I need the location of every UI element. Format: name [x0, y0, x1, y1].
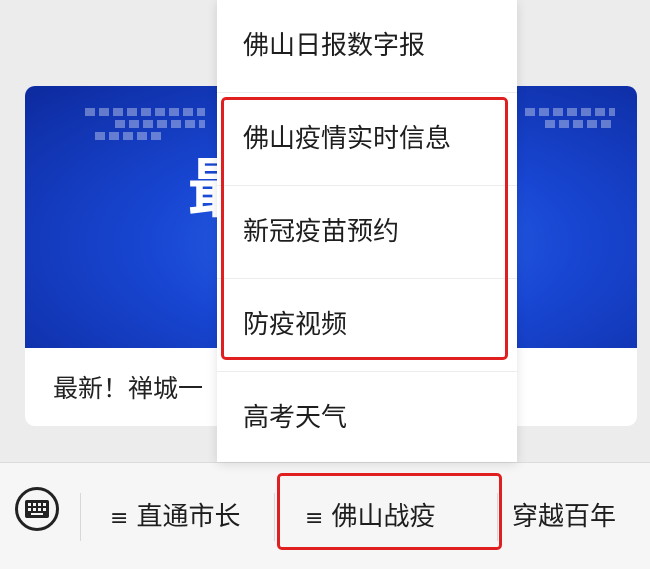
banner-decoration [525, 108, 615, 116]
banner-decoration [85, 108, 205, 116]
divider [497, 493, 498, 541]
menu-hamburger-icon: ≡ [110, 506, 129, 531]
menu-tab-label: 直通市长 [136, 502, 241, 532]
menu-item-epidemic-videos[interactable]: 防疫视频 [217, 279, 517, 372]
menu-tab-label: 佛山战疫 [331, 502, 436, 532]
banner-decoration [115, 120, 205, 128]
menu-hamburger-icon: ≡ [305, 506, 324, 531]
menu-item-vaccine-booking[interactable]: 新冠疫苗预约 [217, 186, 517, 279]
banner-decoration [545, 120, 615, 128]
divider [80, 493, 81, 541]
menu-item-epidemic-info[interactable]: 佛山疫情实时信息 [217, 93, 517, 186]
menu-item-digital-newspaper[interactable]: 佛山日报数字报 [217, 0, 517, 93]
banner-decoration [95, 132, 165, 140]
menu-item-exam-weather[interactable]: 高考天气 [217, 372, 517, 465]
article-title[interactable]: 最新！禅城一 [53, 369, 203, 405]
keyboard-icon [25, 500, 49, 518]
submenu-popup: 佛山日报数字报 佛山疫情实时信息 新冠疫苗预约 防疫视频 高考天气 [217, 0, 517, 462]
menu-tab-label: 穿越百年 [512, 502, 617, 532]
menu-tab-century[interactable]: 穿越百年 [512, 493, 616, 541]
menu-tab-foshan-epidemic[interactable]: ≡ 佛山战疫 [305, 493, 435, 541]
bottom-menu-bar: ≡ 直通市长 ≡ 佛山战疫 穿越百年 [0, 462, 650, 569]
keyboard-toggle-button[interactable] [15, 487, 59, 531]
menu-tab-mayor[interactable]: ≡ 直通市长 [110, 493, 240, 541]
divider [274, 493, 275, 541]
